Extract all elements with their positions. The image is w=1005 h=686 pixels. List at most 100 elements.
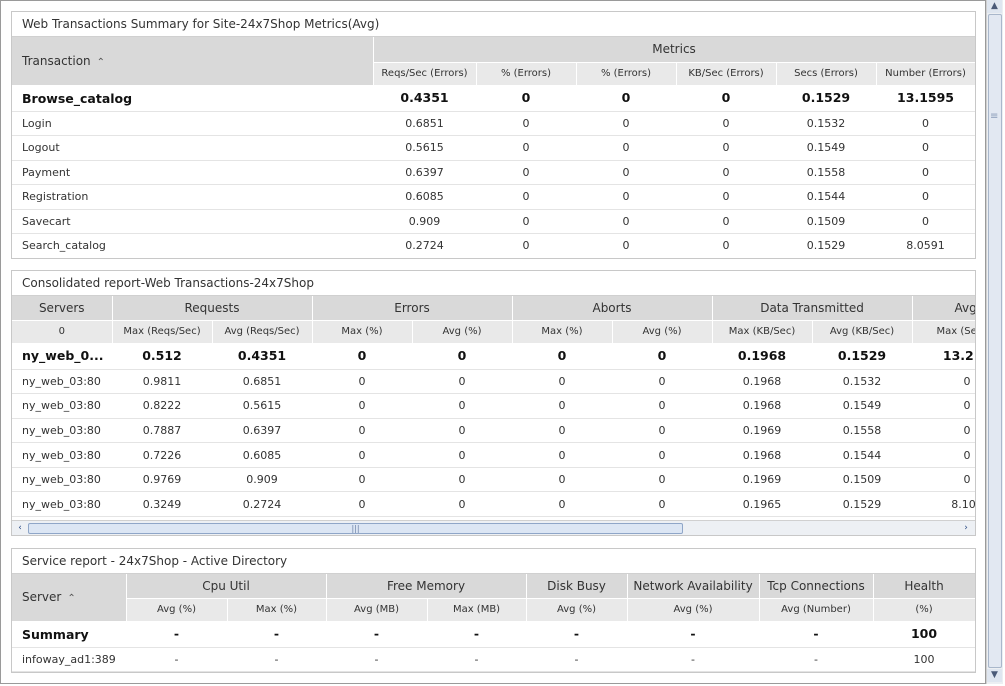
- table-cell: 0.1529: [812, 343, 913, 370]
- table-cell: 0.1965: [712, 491, 813, 518]
- table-cell: 0: [676, 135, 776, 161]
- column-header-transaction[interactable]: Transaction ⌃: [12, 37, 374, 86]
- column-header[interactable]: Avg (%): [526, 598, 628, 621]
- table-row[interactable]: Login 0.6851 0 0 0 0.1532 0: [12, 111, 975, 136]
- table-row[interactable]: Registration 0.6085 0 0 0 0.1544 0: [12, 184, 975, 210]
- column-header[interactable]: Avg (%): [612, 320, 713, 343]
- column-header[interactable]: Avg (Number): [759, 598, 874, 621]
- table-cell: 0: [476, 160, 576, 185]
- column-header-server[interactable]: Server ⌃: [12, 574, 127, 622]
- table-cell: 0.1529: [812, 491, 913, 518]
- table-cell: 0: [912, 467, 975, 493]
- column-header[interactable]: Avg (%): [627, 598, 760, 621]
- column-header[interactable]: % (Errors): [476, 62, 577, 85]
- column-header[interactable]: Avg (MB): [326, 598, 428, 621]
- table-row[interactable]: ny_web_03:80 0.3249 0.2724 0 0 0 0 0.1965 0.1529…: [12, 491, 975, 518]
- scroll-up-icon[interactable]: ▲: [987, 0, 1002, 13]
- table-cell: 0.7887: [112, 418, 212, 444]
- table-cell: 0: [576, 209, 676, 234]
- column-header[interactable]: KB/Sec (Errors): [676, 62, 777, 85]
- row-label: ny_web_03:80: [12, 369, 112, 395]
- panel-title: Consolidated report-Web Transactions-24x…: [12, 271, 975, 296]
- table-row[interactable]: ny_web_03:80 0.7887 0.6397 0 0 0 0 0.1969 0.1558…: [12, 418, 975, 444]
- column-header[interactable]: % (Errors): [576, 62, 677, 85]
- table-cell: 0.1549: [812, 393, 913, 419]
- column-group-health: Health: [873, 574, 975, 599]
- table-row[interactable]: infoway_ad1:389- - - - - - -100: [12, 647, 975, 672]
- table-cell: 0: [312, 369, 412, 395]
- table-row[interactable]: ny_web_03:80 0.7226 0.6085 0 0 0 0 0.1968 0.1544…: [12, 442, 975, 468]
- table-row[interactable]: ny_web_03:80 0.9811 0.6851 0 0 0 0 0.1968 0.1532…: [12, 369, 975, 395]
- table-cell: 0: [512, 491, 613, 518]
- column-header[interactable]: Max (MB): [427, 598, 527, 621]
- column-header[interactable]: Max (Reqs/Sec): [112, 320, 213, 343]
- vertical-scroll-thumb[interactable]: ≡: [988, 14, 1002, 668]
- table-cell: 0.1969: [712, 418, 813, 444]
- table-cell: 0.909: [373, 209, 476, 234]
- table-cell: 0.1968: [712, 369, 813, 395]
- table-row[interactable]: Browse_catalog 0.4351 0 0 0 0.1529 13.1595: [12, 85, 975, 112]
- scroll-right-icon[interactable]: ›: [959, 522, 973, 535]
- table-row[interactable]: Logout 0.5615 0 0 0 0.1549 0: [12, 135, 975, 161]
- table-row[interactable]: Payment 0.6397 0 0 0 0.1558 0: [12, 160, 975, 185]
- column-header[interactable]: Avg (%): [126, 598, 228, 621]
- table-row[interactable]: ny_web_03:80 0.8222 0.5615 0 0 0 0 0.1968 0.1549…: [12, 393, 975, 419]
- table-cell: 0: [512, 467, 613, 493]
- table-cell: 0.5615: [373, 135, 476, 161]
- sort-ascending-icon[interactable]: ⌃: [97, 57, 105, 68]
- table-cell: 0: [476, 209, 576, 234]
- column-group-tcp-connections: Tcp Connections: [759, 574, 874, 599]
- column-header[interactable]: Avg (KB/Sec): [812, 320, 913, 343]
- column-header[interactable]: (%): [873, 598, 975, 621]
- table-cell: -: [126, 621, 227, 648]
- column-header[interactable]: Max (Se: [912, 320, 975, 343]
- table-row[interactable]: Savecart 0.909 0 0 0 0.1509 0: [12, 209, 975, 234]
- horizontal-scroll-thumb[interactable]: |||: [28, 523, 683, 534]
- row-label: ny_web_03:80: [12, 418, 112, 444]
- table-cell: 0.1529: [776, 233, 876, 258]
- table-row[interactable]: ny_web_0... 0.512 0.4351 0 0 0 0 0.1968 0.1529 13…: [12, 343, 975, 370]
- table-cell: 0.1558: [776, 160, 876, 185]
- column-header[interactable]: Avg (Reqs/Sec): [212, 320, 313, 343]
- vertical-scrollbar[interactable]: ▲ ≡ ▼: [986, 0, 1003, 684]
- column-header-label: Transaction: [22, 53, 91, 68]
- column-header[interactable]: Max (%): [312, 320, 413, 343]
- column-header[interactable]: 0: [12, 320, 113, 343]
- column-header[interactable]: Max (%): [227, 598, 327, 621]
- table-cell: 0: [412, 393, 513, 419]
- sort-ascending-icon[interactable]: ⌃: [67, 593, 75, 604]
- column-header[interactable]: Reqs/Sec (Errors): [373, 62, 477, 85]
- column-group-servers: Servers: [12, 296, 113, 321]
- table-cell: 0.1544: [776, 184, 876, 210]
- column-header[interactable]: Number (Errors): [876, 62, 975, 85]
- table-cell: -: [759, 621, 874, 648]
- scroll-left-icon[interactable]: ‹: [13, 522, 27, 535]
- table-cell: 0.1529: [776, 85, 876, 112]
- column-header[interactable]: Max (%): [512, 320, 613, 343]
- web-transactions-table: Transaction ⌃ Metrics Reqs/Sec (Errors) %…: [12, 37, 975, 258]
- column-group-disk-busy: Disk Busy: [526, 574, 628, 599]
- table-row[interactable]: Summary - - - - - - -100: [12, 621, 975, 648]
- table-row[interactable]: Search_catalog 0.2724 0 0 0 0.1529 8.0591: [12, 233, 975, 258]
- table-cell: 0: [912, 418, 975, 444]
- column-header[interactable]: Avg (%): [412, 320, 513, 343]
- horizontal-scrollbar[interactable]: ‹ ||| ›: [12, 520, 975, 535]
- table-row[interactable]: ny_web_03:80 0.9769 0.909 0 0 0 0 0.1969 0.1509 0: [12, 467, 975, 493]
- row-label: ny_web_03:80: [12, 442, 112, 468]
- table-cell: 0: [676, 85, 776, 112]
- column-group-aborts: Aborts: [512, 296, 713, 321]
- table-cell: 0.8222: [112, 393, 212, 419]
- scroll-down-icon[interactable]: ▼: [987, 669, 1002, 682]
- grip-icon: ≡: [990, 111, 999, 122]
- table-cell: -: [427, 647, 527, 672]
- table-cell: 100: [873, 621, 975, 648]
- table-cell: 0: [912, 369, 975, 395]
- table-cell: 0: [512, 393, 613, 419]
- column-header[interactable]: Max (KB/Sec): [712, 320, 813, 343]
- table-cell: 0: [676, 209, 776, 234]
- table-cell: 0.1558: [812, 418, 913, 444]
- table-cell: 0: [576, 85, 676, 112]
- table-cell: 0: [676, 160, 776, 185]
- column-header[interactable]: Secs (Errors): [776, 62, 877, 85]
- table-cell: 0.1544: [812, 442, 913, 468]
